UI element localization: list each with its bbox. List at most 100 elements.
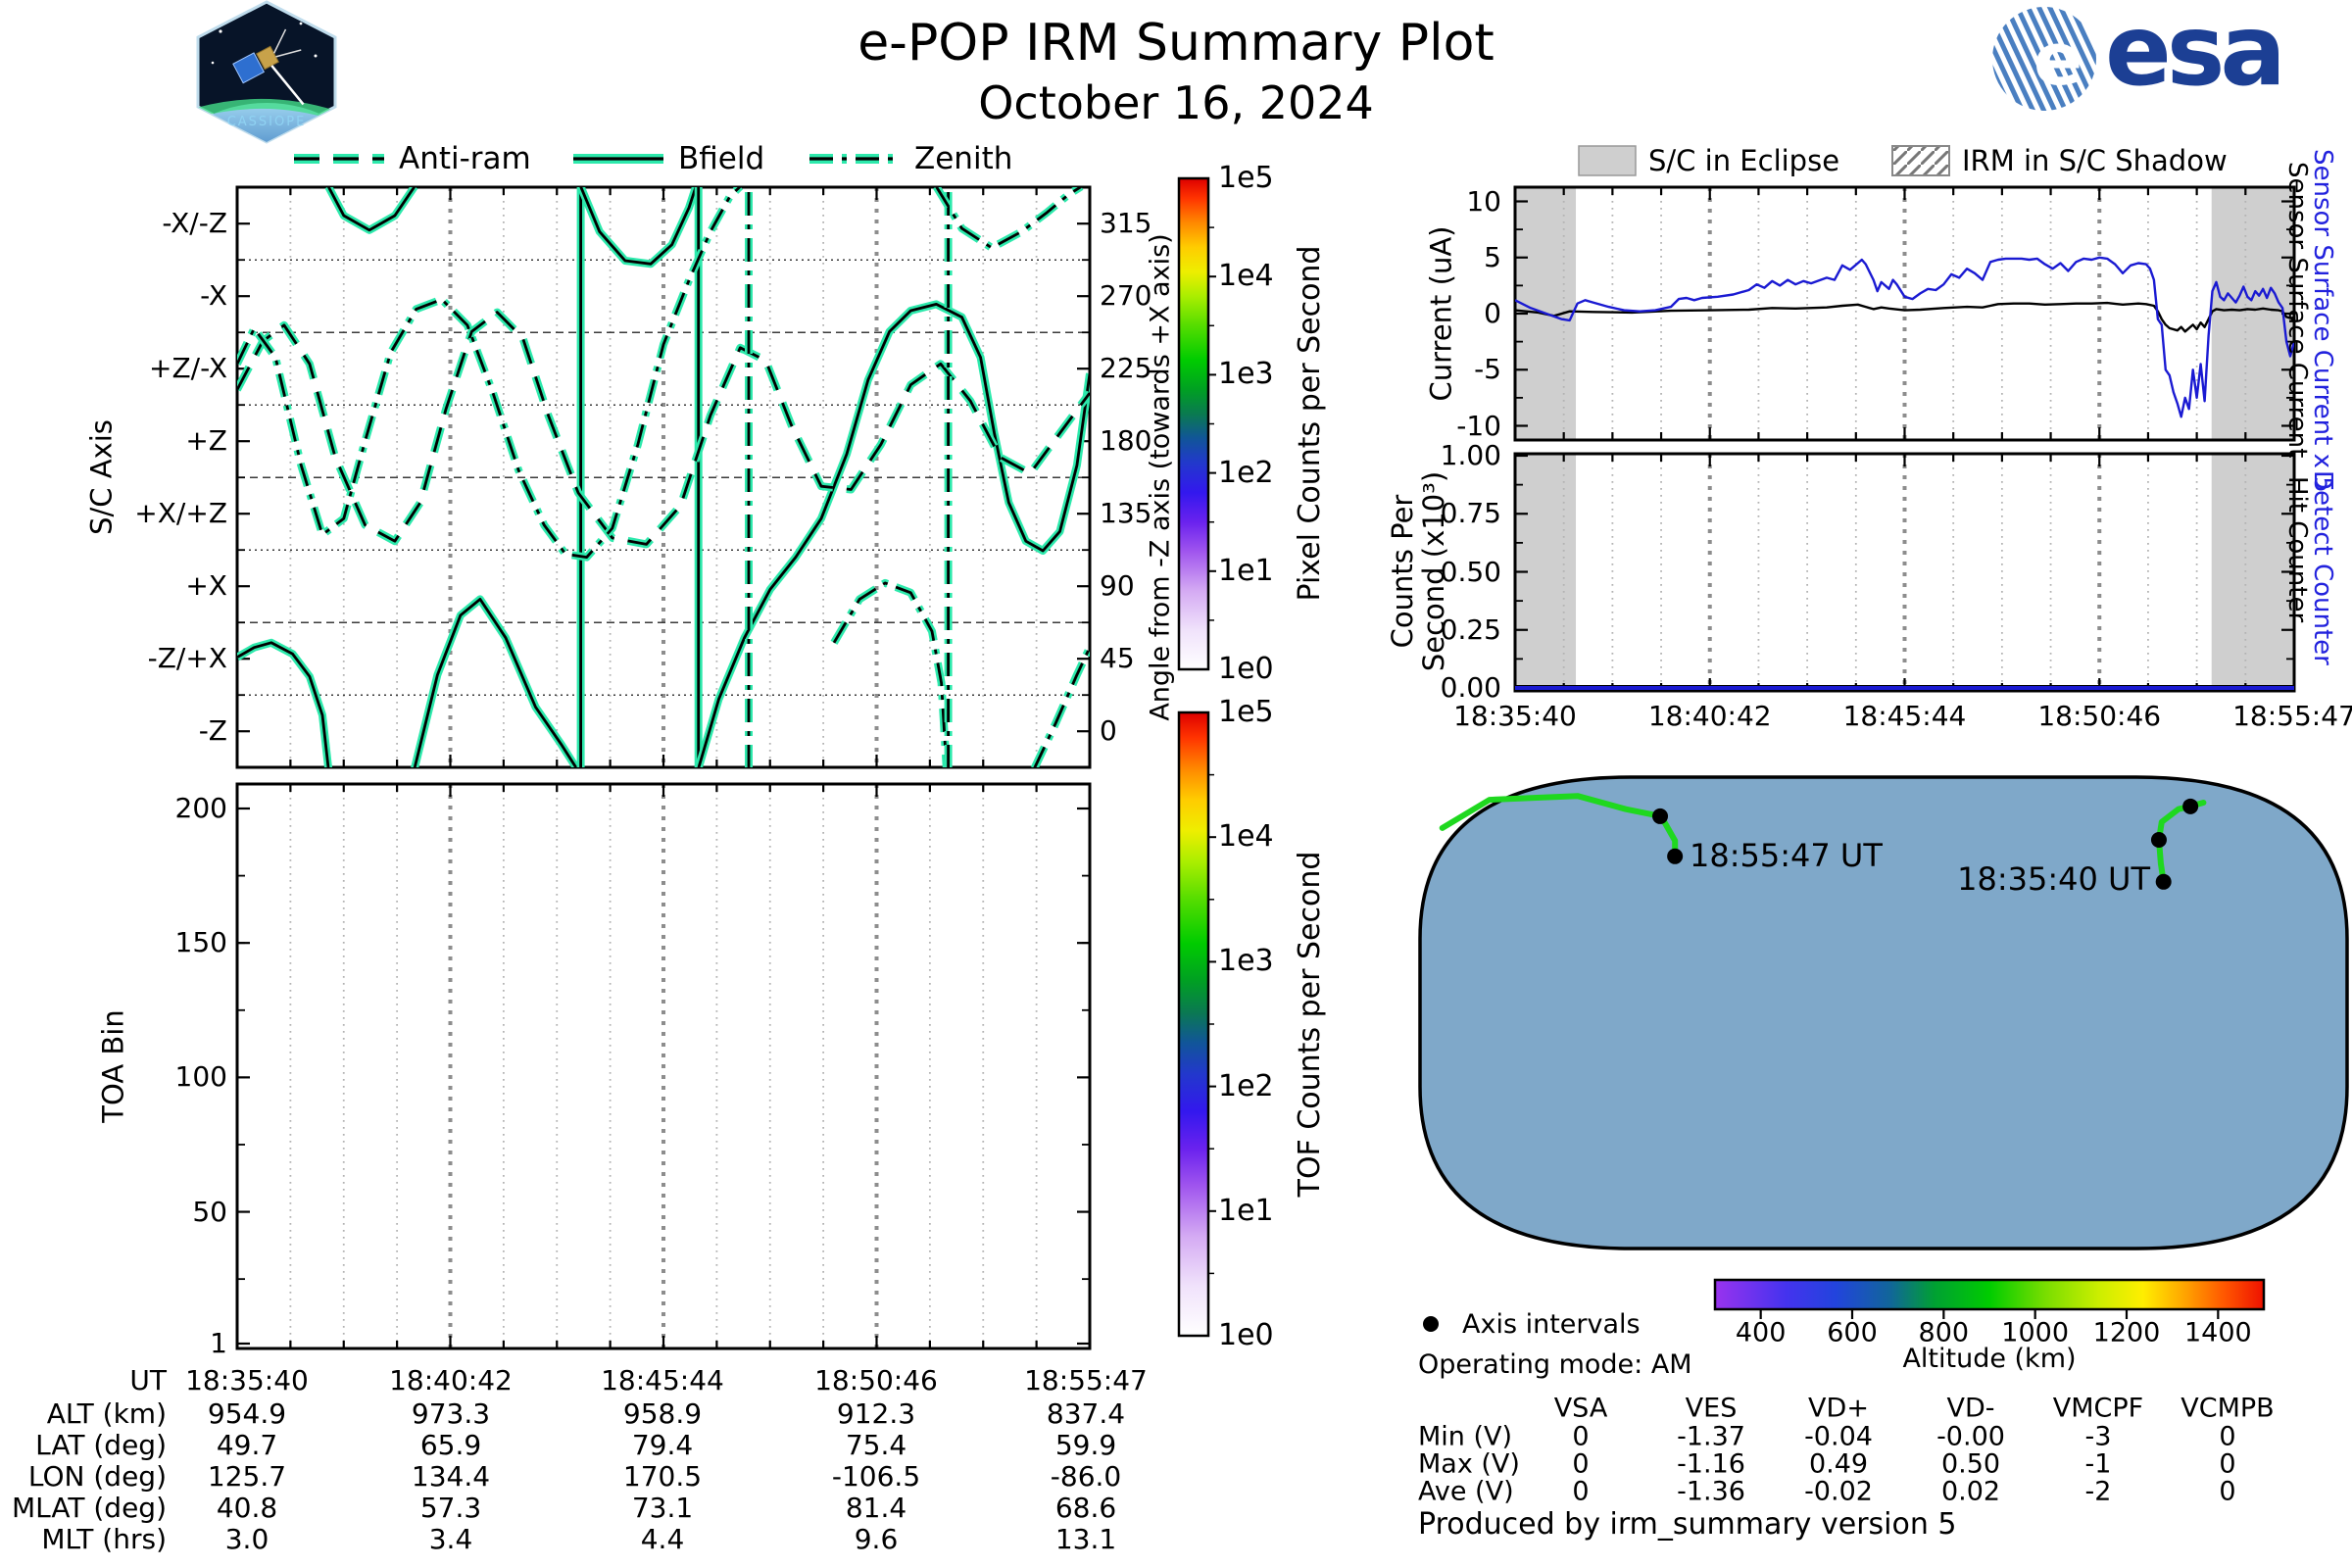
tof-colorbar-tick: 1e0 (1218, 1318, 1274, 1352)
current-ytick: -5 (1474, 353, 1501, 386)
generated-labels: -X/-Z -X +Z/-X +Z +X/+Z +X -Z/+X -Z 315 270 225 180… (0, 0, 2352, 1568)
voltage-col-header: VMCPF (2052, 1393, 2144, 1424)
ephemeris-value: 18:50:46 (814, 1364, 938, 1396)
toa-ytick: 200 (174, 792, 227, 824)
voltage-value: 0 (2219, 1476, 2236, 1507)
voltage-value: 0.02 (1940, 1476, 2001, 1507)
ephemeris-value: 912.3 (836, 1397, 916, 1430)
voltage-value: 0.49 (1808, 1448, 1869, 1480)
voltage-value: -0.02 (1804, 1476, 1873, 1507)
ephemeris-value: 18:45:44 (601, 1364, 724, 1396)
toa-ytick: 50 (192, 1195, 227, 1228)
voltage-col-header: VSA (1553, 1393, 1608, 1424)
counts-ytick: 0.25 (1440, 612, 1501, 646)
altitude-tick: 800 (1918, 1317, 1970, 1348)
right-time-tick: 18:35:40 (1453, 700, 1577, 732)
ephemeris-row-label: UT (129, 1364, 167, 1396)
voltage-row-label: Ave (V) (1418, 1476, 1514, 1507)
sc-ytick-left: +X (185, 569, 227, 603)
sc-ytick-right: 135 (1100, 497, 1152, 530)
ephemeris-value: -86.0 (1050, 1460, 1122, 1493)
voltage-value: -1.16 (1677, 1448, 1745, 1480)
ephemeris-value: 40.8 (216, 1492, 278, 1524)
pixel-colorbar-tick: 1e5 (1218, 161, 1274, 195)
tof-colorbar-tick: 1e4 (1218, 819, 1274, 855)
toa-ytick: 150 (174, 926, 227, 959)
ephemeris-value: 13.1 (1054, 1523, 1117, 1555)
ephemeris-row-label: MLAT (deg) (11, 1492, 167, 1524)
toa-ytick: 1 (210, 1327, 227, 1359)
ephemeris-value: 81.4 (845, 1492, 907, 1524)
altitude-tick: 1200 (2092, 1317, 2161, 1348)
ephemeris-value: 18:55:47 (1024, 1364, 1148, 1396)
ephemeris-row-label: ALT (km) (46, 1397, 167, 1430)
ephemeris-value: 134.4 (411, 1460, 491, 1493)
tof-colorbar-tick: 1e2 (1218, 1068, 1274, 1103)
tof-colorbar-tick: 1e3 (1218, 944, 1274, 979)
current-ytick: 0 (1484, 297, 1501, 329)
tof-colorbar-tick: 1e1 (1218, 1193, 1274, 1228)
voltage-row-label: Max (V) (1418, 1448, 1520, 1480)
voltage-value: -1 (2084, 1448, 2112, 1480)
voltage-value: -3 (2084, 1421, 2112, 1452)
ephemeris-row-label: LAT (deg) (35, 1429, 167, 1461)
counts-ytick: 0.00 (1440, 671, 1501, 704)
ephemeris-value: -106.5 (831, 1460, 921, 1493)
voltage-value: -1.37 (1677, 1421, 1745, 1452)
voltage-value: 0 (1572, 1421, 1590, 1452)
right-time-tick: 18:40:42 (1647, 700, 1772, 732)
current-ytick: 10 (1466, 184, 1501, 218)
counts-ytick: 1.00 (1440, 439, 1501, 471)
counts-ytick: 0.75 (1440, 497, 1501, 530)
sc-ytick-right: 180 (1100, 424, 1152, 458)
ephemeris-value: 18:35:40 (185, 1364, 309, 1396)
tof-colorbar-tick: 1e5 (1218, 695, 1274, 729)
sc-ytick-left: +Z/-X (149, 352, 227, 385)
right-time-tick: 18:55:47 (2232, 700, 2352, 732)
ephemeris-value: 170.5 (622, 1460, 703, 1493)
ephemeris-value: 65.9 (419, 1429, 482, 1461)
current-ytick: -10 (1456, 409, 1501, 442)
voltage-col-header: VES (1685, 1393, 1738, 1424)
pixel-colorbar-tick: 1e0 (1218, 652, 1274, 686)
sc-ytick-left: -Z/+X (147, 642, 227, 675)
ephemeris-value: 73.1 (631, 1492, 694, 1524)
pixel-colorbar-tick: 1e1 (1218, 553, 1274, 588)
voltage-col-header: VCMPB (2180, 1393, 2275, 1424)
voltage-value: 0 (2219, 1421, 2236, 1452)
sc-ytick-right: 0 (1100, 714, 1117, 748)
ephemeris-value: 9.6 (854, 1523, 899, 1555)
current-ytick: 5 (1484, 240, 1501, 273)
voltage-value: 0 (1572, 1476, 1590, 1507)
sc-ytick-right: 315 (1100, 207, 1152, 240)
sc-ytick-right: 90 (1100, 569, 1135, 603)
right-time-tick: 18:45:44 (1842, 700, 1967, 732)
ephemeris-value: 954.9 (207, 1397, 287, 1430)
sc-ytick-left: +X/+Z (134, 497, 227, 530)
voltage-col-header: VD+ (1808, 1393, 1869, 1424)
ephemeris-row-label: MLT (hrs) (41, 1523, 167, 1555)
sc-ytick-left: -X/-Z (162, 207, 227, 240)
voltage-col-header: VD- (1946, 1393, 1995, 1424)
ephemeris-value: 68.6 (1054, 1492, 1117, 1524)
voltage-row-label: Min (V) (1418, 1421, 1513, 1452)
voltage-value: -0.04 (1804, 1421, 1873, 1452)
sc-ytick-left: +Z (185, 424, 227, 458)
sc-ytick-left: -Z (198, 714, 227, 748)
ephemeris-value: 75.4 (845, 1429, 907, 1461)
altitude-tick: 1400 (2183, 1317, 2252, 1348)
sc-ytick-left: -X (200, 279, 227, 313)
ephemeris-value: 973.3 (411, 1397, 491, 1430)
voltage-value: -1.36 (1677, 1476, 1745, 1507)
ephemeris-value: 3.0 (224, 1523, 270, 1555)
toa-ytick: 100 (174, 1060, 227, 1094)
altitude-tick: 400 (1735, 1317, 1787, 1348)
ephemeris-value: 18:40:42 (389, 1364, 513, 1396)
altitude-tick: 600 (1827, 1317, 1878, 1348)
voltage-value: 0 (1572, 1448, 1590, 1480)
ephemeris-value: 79.4 (631, 1429, 694, 1461)
ephemeris-value: 57.3 (419, 1492, 482, 1524)
sc-ytick-right: 45 (1100, 642, 1135, 675)
ephemeris-value: 49.7 (216, 1429, 278, 1461)
sc-ytick-right: 225 (1100, 352, 1152, 385)
